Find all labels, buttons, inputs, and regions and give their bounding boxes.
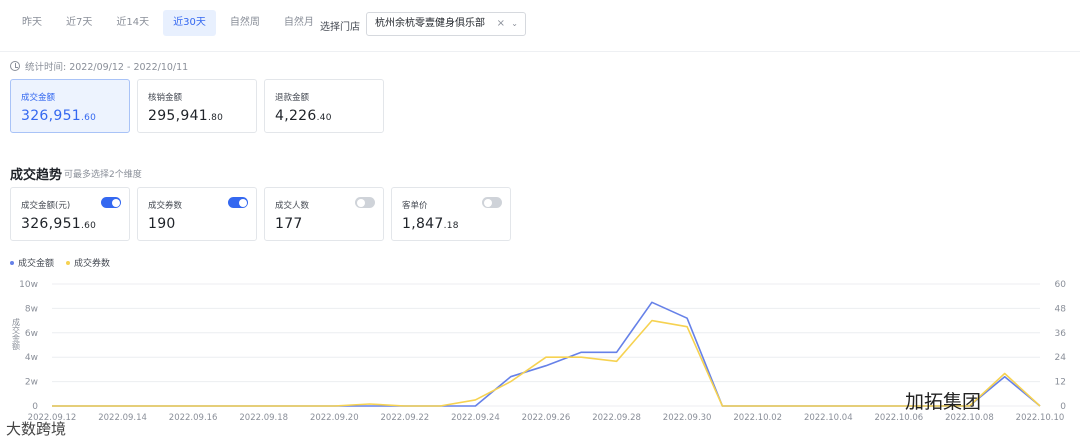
y-left-tick-label: 10w	[19, 280, 38, 290]
y-left-tick-label: 2w	[25, 378, 38, 388]
summary-card-value: 295,941.80	[148, 108, 224, 124]
x-tick-label: 2022.09.14	[98, 413, 147, 423]
trend-subtitle: 可最多选择2个维度	[64, 170, 142, 180]
summary-card-refund-amount[interactable]: 退款金额 4,226.40	[264, 79, 384, 133]
metric-card-label: 成交券数	[148, 201, 183, 211]
trend-line-chart: 0 02w 124w 246w 368w 4810w 60成交金额2022.09.12 202…	[12, 280, 1067, 423]
tab-natural-week[interactable]: 自然周	[220, 10, 270, 36]
store-select-label: 选择门店	[320, 22, 360, 33]
tab-last-30-days[interactable]: 近30天	[163, 10, 216, 36]
legend-dot-icon	[66, 260, 71, 265]
clock-icon	[10, 61, 20, 71]
x-tick-label: 2022.10.04	[804, 413, 853, 423]
metric-card-label: 成交金额(元)	[21, 201, 71, 211]
x-tick-label: 2022.10.02	[733, 413, 782, 423]
header-divider	[0, 51, 1080, 52]
store-select[interactable]: 杭州余杭零壹健身俱乐部 × ⌄	[366, 12, 526, 36]
tab-last-14-days[interactable]: 近14天	[106, 10, 159, 36]
y-left-tick-label: 0	[32, 402, 38, 412]
watermark-left: 大数跨境	[6, 420, 67, 438]
x-tick-label: 2022.09.20	[310, 413, 359, 423]
metric-card-label: 成交人数	[275, 201, 310, 211]
x-tick-label: 2022.10.10	[1016, 413, 1065, 423]
clear-icon[interactable]: ×	[497, 13, 505, 35]
legend-dot-icon	[10, 260, 14, 265]
y-left-tick-label: 4w	[25, 353, 38, 363]
metric-toggle-switch[interactable]	[228, 197, 248, 208]
series-line	[52, 319, 1041, 407]
x-tick-label: 2022.10.06	[875, 413, 924, 423]
tab-natural-month[interactable]: 自然月	[274, 10, 324, 36]
metric-card-value: 190	[148, 216, 176, 232]
metric-toggle-switch[interactable]	[482, 197, 502, 208]
series-line	[52, 301, 1041, 407]
metric-card-deal-vouchers[interactable]: 成交券数 190	[137, 187, 257, 241]
summary-card-verified-amount[interactable]: 核销金额 295,941.80	[137, 79, 257, 133]
tab-last-7-days[interactable]: 近7天	[56, 10, 102, 36]
summary-card-value: 4,226.40	[275, 108, 332, 124]
stat-time: 统计时间: 2022/09/12 - 2022/10/11	[10, 59, 188, 73]
metric-toggle-switch[interactable]	[101, 197, 121, 208]
y-axis-label: 成交金额	[12, 317, 21, 351]
x-tick-label: 2022.09.22	[381, 413, 430, 423]
x-tick-label: 2022.09.24	[451, 413, 500, 423]
metric-card-value: 1,847.18	[402, 216, 459, 232]
summary-card-label: 核销金额	[148, 93, 183, 103]
y-right-tick-label: 60	[1055, 280, 1067, 290]
y-left-tick-label: 8w	[25, 304, 38, 314]
y-right-tick-label: 0	[1060, 402, 1066, 412]
y-right-tick-label: 24	[1055, 353, 1067, 363]
y-right-tick-label: 36	[1055, 329, 1067, 339]
date-range-tabs: 昨天 近7天 近14天 近30天 自然周 自然月	[12, 10, 324, 36]
metric-card-value: 326,951.60	[21, 216, 97, 232]
metric-card-deal-amount[interactable]: 成交金额(元) 326,951.60	[10, 187, 130, 241]
metric-card-label: 客单价	[402, 201, 428, 211]
x-tick-label: 2022.09.16	[169, 413, 218, 423]
summary-card-label: 成交金额	[21, 93, 56, 103]
y-left-tick-label: 6w	[25, 329, 38, 339]
store-select-value: 杭州余杭零壹健身俱乐部	[375, 18, 485, 29]
stat-time-text: 统计时间: 2022/09/12 - 2022/10/11	[25, 62, 189, 73]
summary-card-deal-amount[interactable]: 成交金额 326,951.60	[10, 79, 130, 133]
x-tick-label: 2022.09.30	[663, 413, 712, 423]
tab-yesterday[interactable]: 昨天	[12, 10, 52, 36]
metric-card-value: 177	[275, 216, 303, 232]
x-tick-label: 2022.09.26	[522, 413, 571, 423]
watermark-right: 加拓集团	[905, 391, 982, 413]
metric-card-deal-people[interactable]: 成交人数 177	[264, 187, 384, 241]
chevron-down-icon[interactable]: ⌄	[511, 13, 518, 35]
y-right-tick-label: 12	[1055, 378, 1066, 388]
trend-title: 成交趋势	[10, 168, 63, 183]
x-tick-label: 2022.09.18	[239, 413, 288, 423]
x-tick-label: 2022.10.08	[945, 413, 994, 423]
x-tick-label: 2022.09.28	[592, 413, 641, 423]
y-right-tick-label: 48	[1055, 304, 1067, 314]
metric-card-avg-order-value[interactable]: 客单价 1,847.18	[391, 187, 511, 241]
summary-card-value: 326,951.60	[21, 108, 97, 124]
metric-toggle-switch[interactable]	[355, 197, 375, 208]
summary-card-label: 退款金额	[275, 93, 310, 103]
